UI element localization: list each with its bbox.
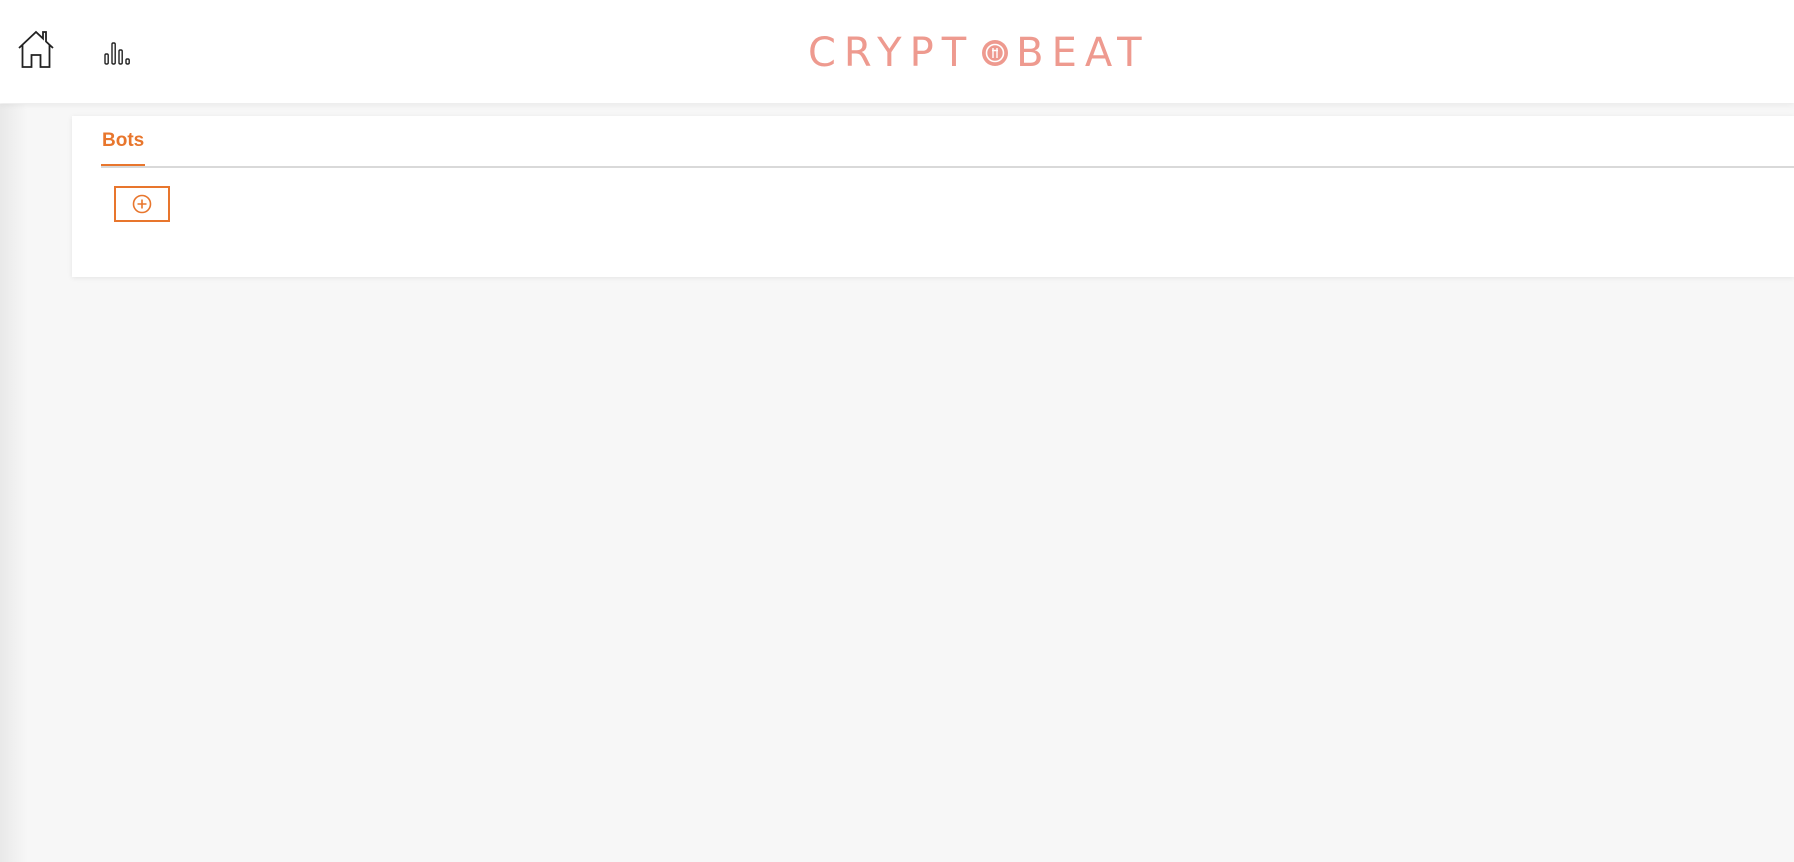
tab-bots[interactable]: Bots	[101, 128, 146, 166]
logo-text-crypt: CRYPT	[808, 30, 975, 76]
add-circle-icon	[132, 194, 152, 214]
statistics-button[interactable]	[98, 36, 138, 68]
home-button[interactable]	[14, 26, 58, 72]
add-bot-button[interactable]	[114, 186, 170, 222]
tab-bar: Bots	[101, 116, 1794, 168]
coin-icon	[982, 40, 1009, 66]
logo-text-beat: BEAT	[1016, 30, 1150, 76]
bots-panel: Bots	[72, 116, 1794, 277]
bar-chart-icon	[104, 42, 130, 65]
home-icon	[18, 30, 54, 68]
cryptobeat-logo: CRYPT BEAT	[808, 28, 1148, 78]
side-shadow	[0, 104, 28, 862]
top-navigation-bar: CRYPT BEAT	[0, 0, 1794, 103]
